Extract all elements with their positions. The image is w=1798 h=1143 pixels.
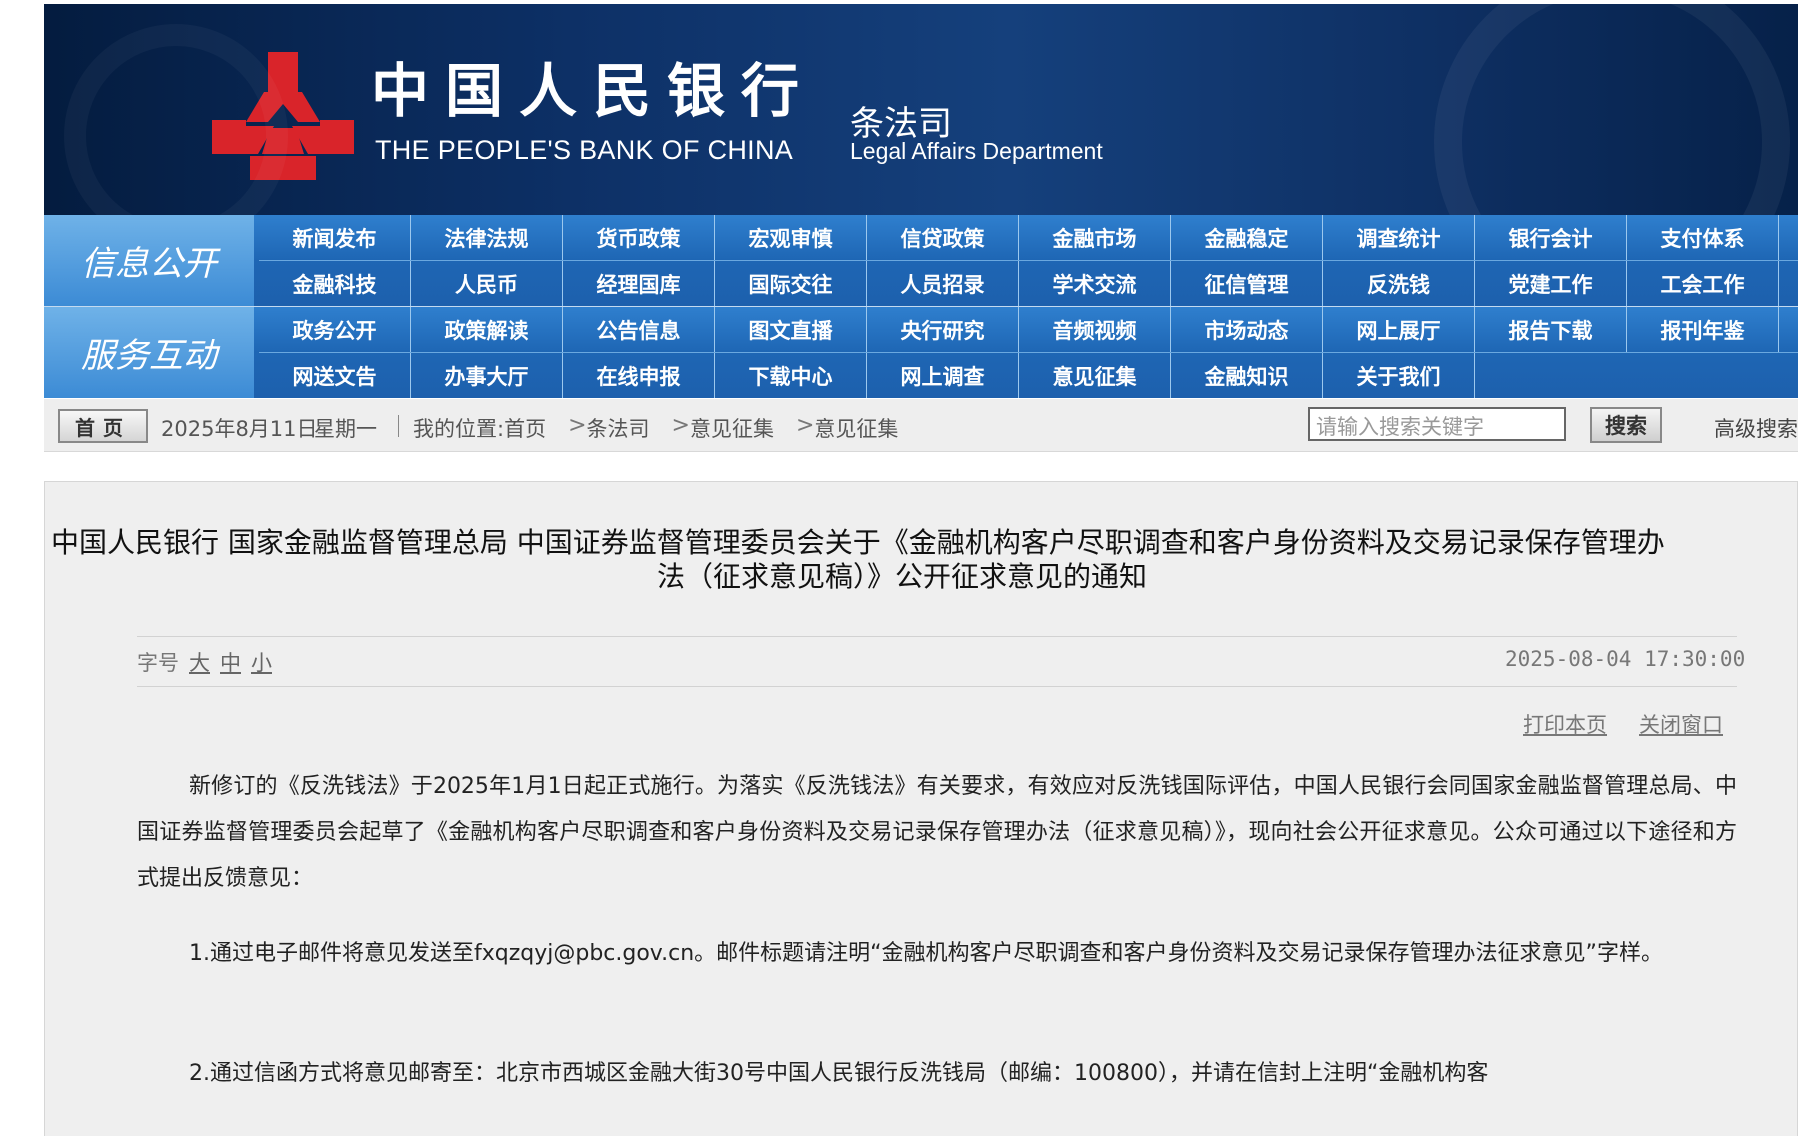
nav-item[interactable]: 货币政策 <box>563 215 715 260</box>
advanced-search-link[interactable]: 高级搜索 <box>1714 413 1798 443</box>
bank-name-en: THE PEOPLE'S BANK OF CHINA <box>375 135 794 165</box>
nav-item[interactable]: 报告下载 <box>1475 307 1627 352</box>
nav-item[interactable]: 金融知识 <box>1171 353 1323 398</box>
nav-row: 政务公开 政策解读 公告信息 图文直播 央行研究 音频视频 市场动态 网上展厅 … <box>259 307 1779 352</box>
nav-item[interactable]: 在线申报 <box>563 353 715 398</box>
current-weekday: 星期一 <box>314 417 377 441</box>
pboc-emblem-icon <box>212 52 354 180</box>
breadcrumb-item[interactable]: 意见征集 <box>814 413 898 443</box>
breadcrumb-item[interactable]: 条法司 <box>587 413 650 443</box>
article-paragraph: 2.通过信函方式将意见邮寄至：北京市西城区金融大街30号中国人民银行反洗钱局（邮… <box>189 1061 1489 1086</box>
nav-item[interactable]: 人民币 <box>411 261 563 306</box>
font-size-medium-link[interactable]: 中 <box>220 651 241 675</box>
page: 中国人民银行 THE PEOPLE'S BANK OF CHINA 条法司 Le… <box>44 4 1798 1136</box>
article-paragraph: 新修订的《反洗钱法》于2025年1月1日起正式施行。为落实《反洗钱法》有关要求，… <box>137 774 1737 891</box>
breadcrumb-location[interactable]: 我的位置:首页 <box>413 413 546 443</box>
nav-item[interactable]: 工会工作 <box>1627 261 1779 306</box>
nav-item[interactable]: 银行会计 <box>1475 215 1627 260</box>
publish-timestamp: 2025-08-04 17:30:00 <box>1505 647 1746 671</box>
nav-item[interactable]: 央行研究 <box>867 307 1019 352</box>
nav-section-label-service: 服务互动 <box>44 307 254 398</box>
nav-item[interactable]: 法律法规 <box>411 215 563 260</box>
chevron-right-icon: > <box>795 413 815 438</box>
nav-item[interactable]: 征信管理 <box>1171 261 1323 306</box>
font-size-large-link[interactable]: 大 <box>189 651 210 675</box>
nav-item[interactable]: 市场动态 <box>1171 307 1323 352</box>
nav-item[interactable]: 金融市场 <box>1019 215 1171 260</box>
font-size-label: 字号 <box>137 651 179 675</box>
font-size-selector: 字号大中小 <box>137 647 272 677</box>
nav-item[interactable]: 金融稳定 <box>1171 215 1323 260</box>
divider <box>137 686 1737 687</box>
nav-item[interactable]: 反洗钱 <box>1323 261 1475 306</box>
divider <box>398 415 399 437</box>
nav-item[interactable]: 网送文告 <box>259 353 411 398</box>
nav-row: 新闻发布 法律法规 货币政策 宏观审慎 信贷政策 金融市场 金融稳定 调查统计 … <box>259 215 1779 260</box>
nav-item[interactable]: 网上展厅 <box>1323 307 1475 352</box>
nav-item[interactable]: 公告信息 <box>563 307 715 352</box>
nav-item[interactable]: 学术交流 <box>1019 261 1171 306</box>
print-page-link[interactable]: 打印本页 <box>1523 713 1607 737</box>
nav-item[interactable]: 党建工作 <box>1475 261 1627 306</box>
nav-item[interactable]: 办事大厅 <box>411 353 563 398</box>
search-input[interactable]: 请输入搜索关键字 <box>1308 407 1566 441</box>
home-button[interactable]: 首页 <box>58 409 148 443</box>
nav-item[interactable]: 金融科技 <box>259 261 411 306</box>
nav-item[interactable]: 政务公开 <box>259 307 411 352</box>
article-paragraph: 1.通过电子邮件将意见发送至fxqzqyj@pbc.gov.cn。邮件标题请注明… <box>189 941 1663 966</box>
nav-row: 网送文告 办事大厅 在线申报 下载中心 网上调查 意见征集 金融知识 关于我们 <box>259 353 1475 398</box>
article-tools: 打印本页 关闭窗口 <box>1523 709 1723 739</box>
nav-item[interactable]: 意见征集 <box>1019 353 1171 398</box>
nav-info-disclosure: 信息公开 新闻发布 法律法规 货币政策 宏观审慎 信贷政策 金融市场 金融稳定 … <box>44 215 1798 306</box>
breadcrumb-bar: 首页 2025年8月11日 星期一 我的位置:首页 > 条法司 > 意见征集 >… <box>44 399 1798 452</box>
divider <box>137 636 1737 637</box>
bank-name-cn: 中国人民银行 <box>371 57 816 125</box>
article-container: 中国人民银行 国家金融监督管理总局 中国证券监督管理委员会关于《金融机构客户尽职… <box>44 481 1798 1136</box>
close-window-link[interactable]: 关闭窗口 <box>1639 713 1723 737</box>
article-title-line: 中国人民银行 国家金融监督管理总局 中国证券监督管理委员会关于《金融机构客户尽职… <box>51 526 1665 559</box>
nav-item[interactable]: 新闻发布 <box>259 215 411 260</box>
department-name-en: Legal Affairs Department <box>850 138 1103 164</box>
nav-row: 金融科技 人民币 经理国库 国际交往 人员招录 学术交流 征信管理 反洗钱 党建… <box>259 261 1779 306</box>
breadcrumb-item[interactable]: 意见征集 <box>690 413 774 443</box>
nav-item[interactable]: 图文直播 <box>715 307 867 352</box>
nav-item[interactable]: 支付体系 <box>1627 215 1779 260</box>
nav-item[interactable]: 下载中心 <box>715 353 867 398</box>
nav-item[interactable]: 关于我们 <box>1323 353 1475 398</box>
header-banner: 中国人民银行 THE PEOPLE'S BANK OF CHINA 条法司 Le… <box>44 4 1798 215</box>
nav-service-interaction: 服务互动 政务公开 政策解读 公告信息 图文直播 央行研究 音频视频 市场动态 … <box>44 307 1798 398</box>
article-title-line: 法（征求意见稿）》公开征求意见的通知 <box>657 560 1148 593</box>
nav-item[interactable]: 国际交往 <box>715 261 867 306</box>
nav-item[interactable]: 音频视频 <box>1019 307 1171 352</box>
nav-item[interactable]: 网上调查 <box>867 353 1019 398</box>
chevron-right-icon: > <box>568 413 587 438</box>
nav-section-label-info: 信息公开 <box>44 215 254 306</box>
search-button[interactable]: 搜索 <box>1590 407 1662 443</box>
chevron-right-icon: > <box>671 413 690 438</box>
current-date: 2025年8月11日 <box>161 417 318 441</box>
nav-item[interactable]: 宏观审慎 <box>715 215 867 260</box>
nav-item[interactable]: 信贷政策 <box>867 215 1019 260</box>
nav-item[interactable]: 调查统计 <box>1323 215 1475 260</box>
nav-item[interactable]: 政策解读 <box>411 307 563 352</box>
nav-item[interactable]: 人员招录 <box>867 261 1019 306</box>
breadcrumb: 我的位置:首页 > 条法司 > 意见征集 > 意见征集 <box>413 413 898 443</box>
nav-item[interactable]: 报刊年鉴 <box>1627 307 1779 352</box>
nav-item[interactable]: 经理国库 <box>563 261 715 306</box>
font-size-small-link[interactable]: 小 <box>251 651 272 675</box>
